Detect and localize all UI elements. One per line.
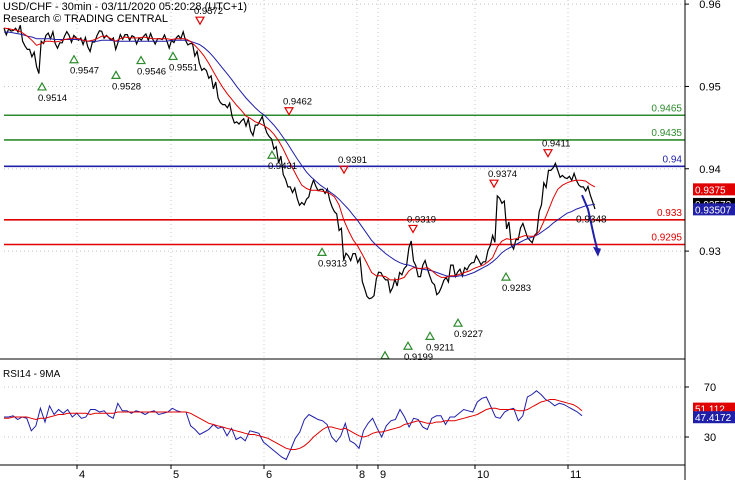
level-label: 0.9435	[651, 128, 682, 139]
chart-subtitle: Research © TRADING CENTRAL	[3, 13, 168, 25]
price-tag-label: 0.9375	[695, 185, 726, 196]
swing-low-label: 0.9227	[454, 329, 483, 340]
price-tick-label: 0.96	[699, 0, 720, 11]
time-tick-label: 8	[359, 469, 365, 480]
price-tick-label: 0.94	[699, 164, 720, 176]
forecast-label: 0.9348	[576, 214, 607, 225]
price-tick-label: 0.93	[699, 246, 720, 258]
level-label: 0.933	[657, 208, 682, 219]
rsi-tick-label: 70	[704, 382, 716, 394]
level-label: 0.9465	[651, 103, 682, 114]
chart-title: USD/CHF - 30min - 03/11/2020 05:20:28 (U…	[3, 1, 248, 13]
time-tick-label: 5	[173, 469, 179, 480]
swing-high-label: 0.9411	[542, 139, 570, 150]
swing-low-label: 0.9283	[502, 283, 531, 294]
swing-high-label: 0.9462	[283, 97, 312, 108]
time-tick-label: 9	[380, 469, 386, 480]
chart-svg: 0.94650.94350.940.9330.9295 0.9348 0.951…	[0, 0, 735, 480]
level-label: 0.94	[663, 154, 683, 165]
time-tick-label: 10	[477, 469, 489, 480]
swing-high-label: 0.9391	[338, 155, 367, 166]
price-tick-label: 0.95	[699, 81, 720, 93]
chart-background	[0, 0, 735, 480]
swing-low-label: 0.9199	[404, 352, 433, 363]
level-label: 0.9295	[651, 233, 682, 244]
swing-low-label: 0.9514	[38, 93, 67, 104]
rsi-tick-label: 30	[704, 432, 716, 444]
time-tick-label: 6	[266, 469, 272, 480]
swing-low-label: 0.9431	[268, 161, 297, 172]
swing-low-label: 0.9528	[112, 81, 141, 92]
time-tick-label: 4	[79, 469, 85, 480]
swing-high-label: 0.9319	[407, 214, 436, 225]
time-tick-label: 11	[570, 469, 581, 480]
swing-high-label: 0.9374	[488, 169, 517, 180]
swing-low-label: 0.9551	[169, 62, 198, 73]
price-tag-label: 0.93507	[695, 205, 732, 216]
rsi-title: RSI14 - 9MA	[3, 369, 61, 380]
swing-low-label: 0.9547	[70, 66, 99, 77]
rsi-tag-label: 47.4172	[695, 413, 732, 424]
swing-low-label: 0.9313	[318, 258, 347, 269]
swing-low-label: 0.9546	[137, 67, 166, 78]
